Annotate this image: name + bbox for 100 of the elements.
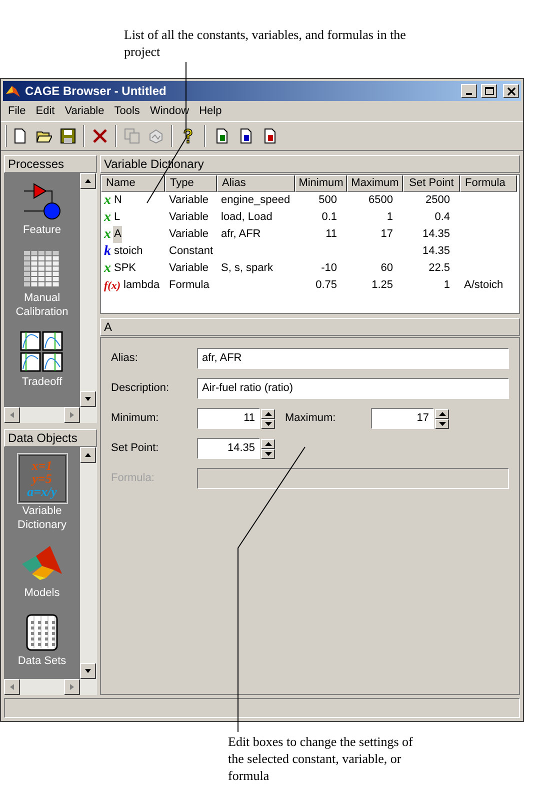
app-logo-icon — [5, 83, 21, 99]
table-cell-text: 1.25 — [372, 278, 393, 294]
spin-up-button[interactable] — [261, 408, 275, 418]
table-icon — [22, 249, 62, 289]
table-cell-text: 60 — [380, 261, 393, 276]
field-label: Alias: — [111, 352, 138, 364]
minimize-icon — [466, 93, 472, 95]
table-cell-text: 6500 — [368, 193, 393, 208]
formula-symbol: f(x) — [104, 278, 120, 292]
scroll-left-button[interactable] — [4, 407, 20, 423]
spin-up-button[interactable] — [435, 408, 449, 418]
minimize-button[interactable] — [461, 84, 477, 98]
annotation-text: Edit boxes to change the settings of the selected constant, variable, or formula — [228, 733, 414, 784]
table-cell-text: 1 — [386, 210, 393, 226]
down-arrow-icon — [264, 452, 272, 456]
input-field[interactable]: 14.35 — [197, 438, 260, 459]
panel-header: A — [100, 318, 520, 336]
panel-header: Data Objects — [4, 429, 97, 447]
variable-symbol: x — [104, 262, 111, 276]
table-cell-text: 22.5 — [428, 261, 450, 276]
scroll-right-button[interactable] — [64, 679, 80, 695]
table-cell-text: S, s, spark — [221, 261, 273, 276]
scroll-left-button[interactable] — [4, 679, 20, 695]
column-header[interactable]: Minimum — [295, 175, 347, 192]
input-field[interactable]: Air-fuel ratio (ratio) — [197, 378, 509, 399]
table-cell[interactable]: stoich — [113, 243, 144, 260]
menu-item[interactable]: Edit — [30, 102, 60, 120]
right-arrow-icon — [69, 683, 75, 691]
column-header[interactable]: Alias — [217, 175, 295, 192]
scroll-right-button[interactable] — [64, 407, 80, 423]
table-cell-text: 500 — [318, 193, 337, 208]
table-cell-text: afr, AFR — [221, 227, 261, 242]
datasets-button[interactable]: Data Sets — [5, 610, 79, 668]
spin-down-button[interactable] — [261, 448, 275, 458]
field-label: Set Point: — [111, 442, 159, 454]
scroll-down-button[interactable] — [80, 391, 96, 407]
menu-item[interactable]: Tools — [109, 102, 145, 120]
table-cell-text: 14.35 — [422, 227, 450, 242]
field-label: Description: — [111, 382, 170, 394]
column-header[interactable]: Name — [101, 175, 165, 192]
table-cell-text: 0.4 — [434, 210, 450, 226]
scroll-down-button[interactable] — [80, 663, 96, 679]
down-arrow-icon — [84, 668, 92, 674]
table-cell-text: Variable — [169, 210, 209, 226]
data-sheet-icon — [25, 612, 59, 652]
menu-item[interactable]: File — [3, 102, 31, 120]
table-cell[interactable]: N — [113, 192, 123, 209]
annotation-text: List of all the constants, variables, and formulas in the project — [124, 26, 407, 60]
up-arrow-icon — [264, 442, 272, 446]
dictionary-button[interactable]: x=1 y=5 a=x/y Variable Dictionary — [5, 453, 79, 532]
down-arrow-icon — [84, 396, 92, 402]
up-arrow-icon — [84, 452, 92, 458]
plots-icon — [20, 331, 64, 373]
scroll-up-button[interactable] — [80, 447, 96, 463]
calibration-button[interactable]: Manual Calibration — [5, 247, 79, 319]
table-cell-text: Variable — [169, 227, 209, 242]
input-field[interactable]: 11 — [197, 408, 260, 429]
tradeoff-button[interactable]: Tradeoff — [5, 329, 79, 389]
menu-item[interactable]: Variable — [60, 102, 110, 120]
table-cell[interactable]: lambda — [122, 277, 161, 294]
table-cell-text: 2500 — [426, 193, 450, 208]
table-cell-text: 1 — [444, 278, 450, 294]
table-cell-text: -10 — [321, 261, 337, 276]
table-cell-text: Variable — [169, 193, 209, 208]
input-field[interactable] — [197, 468, 509, 489]
close-button[interactable] — [503, 84, 519, 98]
vertical-scrollbar[interactable] — [80, 173, 97, 407]
input-field[interactable]: 17 — [371, 408, 434, 429]
table-cell-text: 11 — [326, 227, 337, 242]
column-header[interactable]: Type — [165, 175, 217, 192]
table-cell-text: 17 — [380, 227, 393, 242]
table-cell-text: 0.75 — [316, 278, 337, 294]
maximize-button[interactable] — [481, 84, 497, 98]
column-header[interactable]: Formula — [460, 175, 517, 192]
scroll-up-button[interactable] — [80, 173, 96, 189]
maximize-icon — [482, 85, 496, 97]
table-cell-text: engine_speed — [221, 193, 290, 208]
column-header[interactable]: Maximum — [347, 175, 403, 192]
table-cell[interactable]: A — [113, 226, 122, 243]
right-arrow-icon — [69, 411, 75, 419]
spin-down-button[interactable] — [435, 418, 449, 428]
table-cell-text: 0.1 — [322, 210, 337, 226]
table-cell-text: A/stoich — [464, 278, 504, 294]
vertical-scrollbar[interactable] — [80, 447, 97, 679]
menu-item[interactable]: Help — [194, 102, 227, 120]
feature-button[interactable]: Feature — [5, 179, 79, 237]
variable-dictionary-icon: x=1 y=5 a=x/y — [18, 455, 66, 502]
constant-symbol: k — [104, 244, 111, 258]
feature-icon — [22, 181, 62, 221]
models-button[interactable]: Models — [5, 542, 79, 600]
spin-up-button[interactable] — [261, 438, 275, 448]
input-field[interactable]: afr, AFR — [197, 348, 509, 369]
spin-down-button[interactable] — [261, 418, 275, 428]
table-cell[interactable]: L — [113, 209, 122, 226]
close-icon — [504, 85, 518, 97]
window-title: CAGE Browser - Untitled — [25, 83, 168, 100]
column-header[interactable]: Set Point — [403, 175, 460, 192]
table-cell[interactable]: SPK — [113, 260, 138, 277]
horizontal-scrollbar[interactable] — [4, 407, 97, 423]
horizontal-scrollbar[interactable] — [4, 679, 97, 695]
